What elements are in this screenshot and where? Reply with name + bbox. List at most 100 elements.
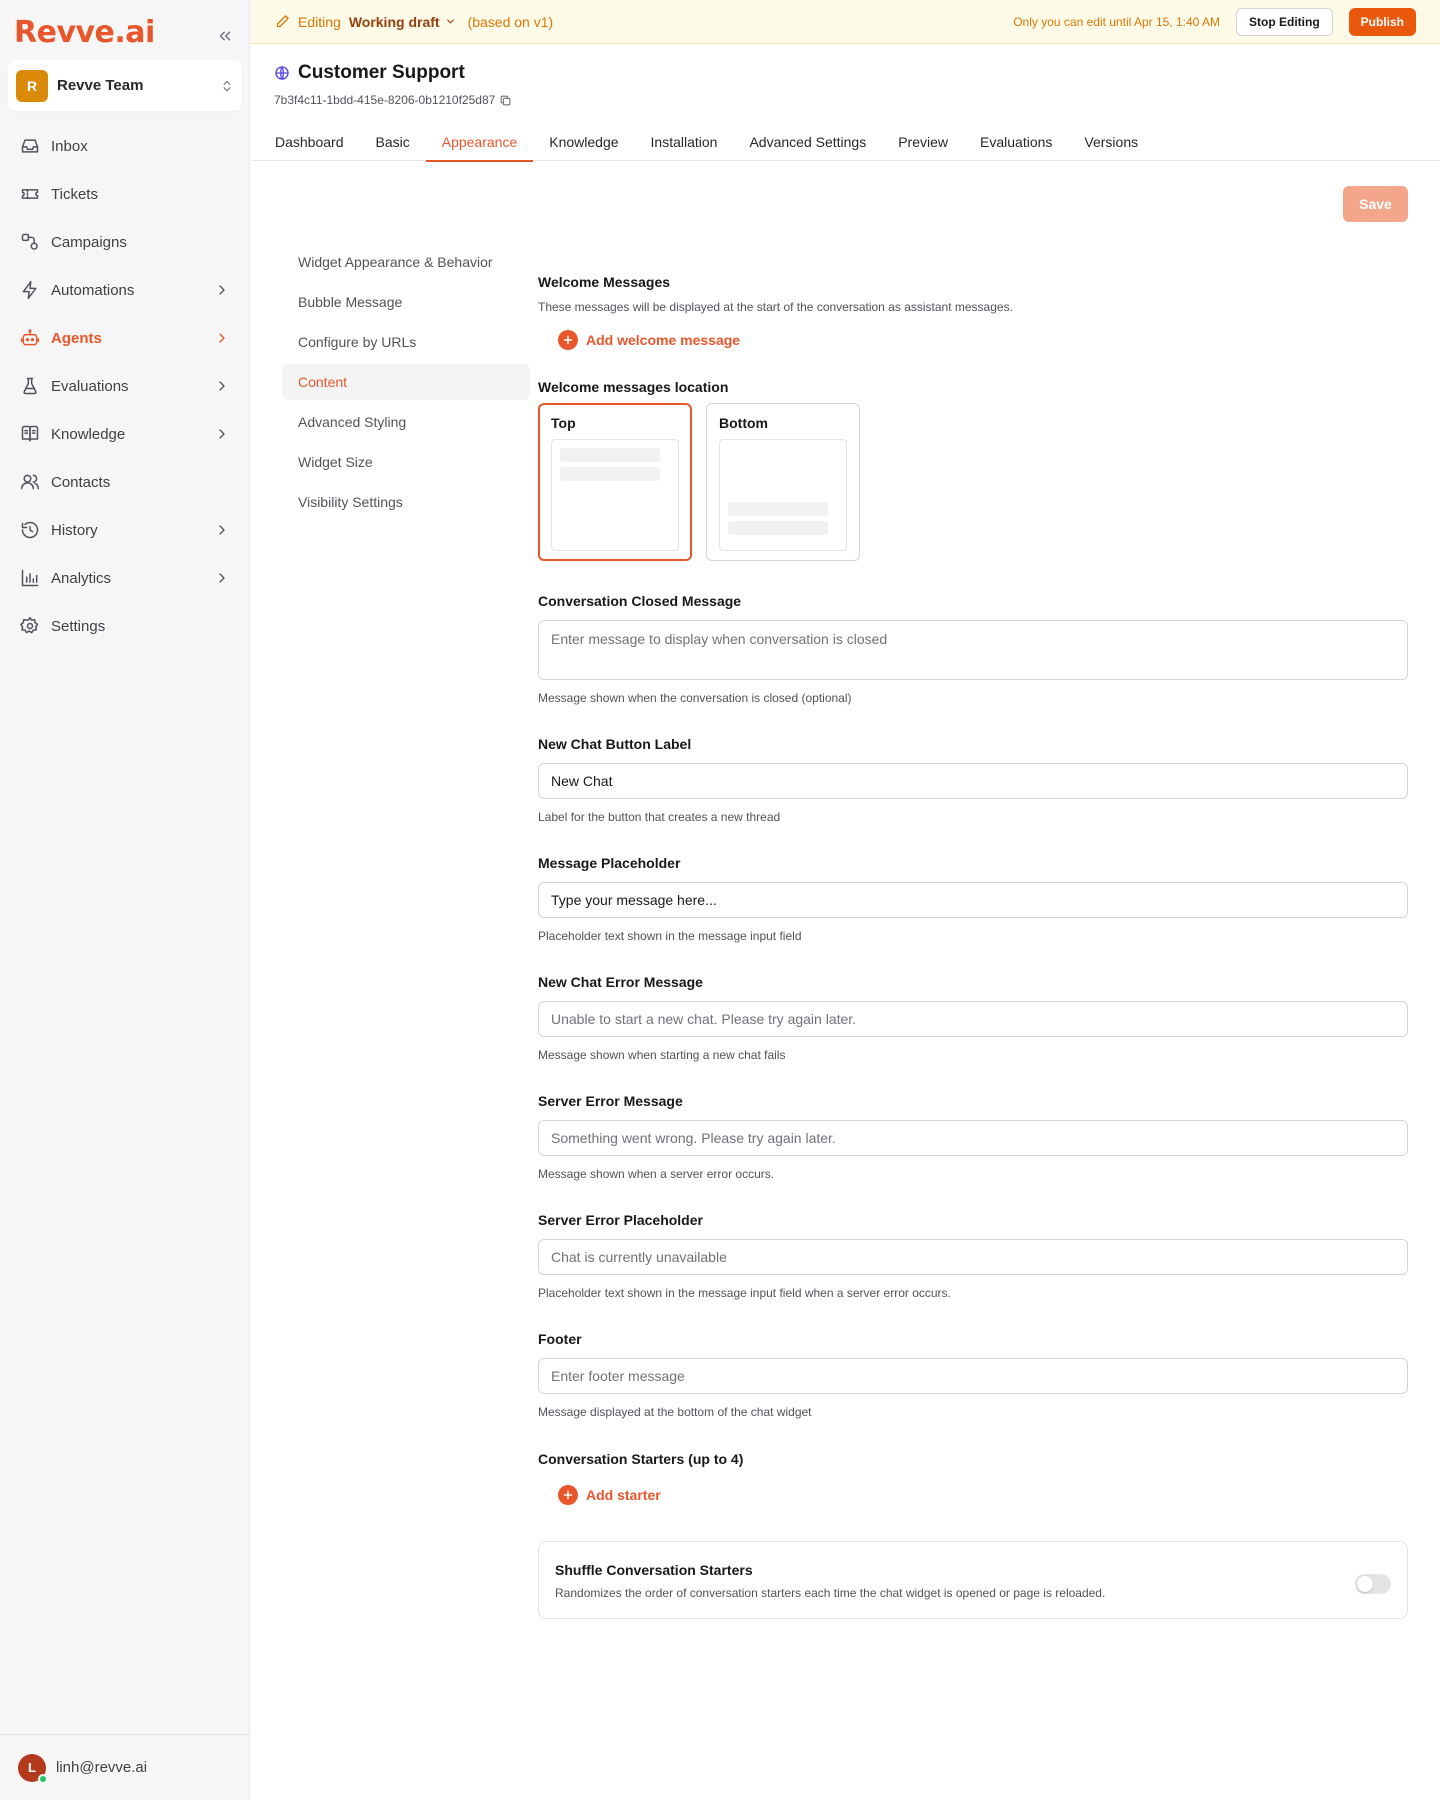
subnav-item-bubble-message[interactable]: Bubble Message xyxy=(282,284,530,320)
preview-bar xyxy=(728,502,828,516)
tab-appearance[interactable]: Appearance xyxy=(425,128,534,162)
bottom-preview xyxy=(719,439,847,551)
tab-basic[interactable]: Basic xyxy=(360,128,426,161)
help-text: Message shown when a server error occurs… xyxy=(538,1167,775,1181)
users-icon xyxy=(20,472,40,492)
sidebar-item-contacts[interactable]: Contacts xyxy=(8,458,242,506)
field-label: Footer xyxy=(538,1331,582,1347)
save-button[interactable]: Save xyxy=(1343,186,1408,222)
chevron-right-icon xyxy=(214,378,230,394)
sidebar-item-analytics[interactable]: Analytics xyxy=(8,554,242,602)
based-on-version: (based on v1) xyxy=(467,13,554,30)
subnav-item-configure-by-urls[interactable]: Configure by URLs xyxy=(282,324,530,360)
sidebar-item-settings[interactable]: Settings xyxy=(8,602,242,650)
tab-dashboard[interactable]: Dashboard xyxy=(259,128,360,161)
brand-logo[interactable]: Revve.ai xyxy=(14,14,155,50)
new-chat-label-field: New Chat Button Label Label for the butt… xyxy=(538,736,1408,824)
add-welcome-message-button[interactable]: Add welcome message xyxy=(558,330,1408,350)
field-label: Welcome messages location xyxy=(538,379,729,395)
subnav-item-widget-appearance-behavior[interactable]: Widget Appearance & Behavior xyxy=(282,244,530,280)
sidebar-item-label: Settings xyxy=(51,617,106,635)
subnav-item-content[interactable]: Content xyxy=(282,364,530,400)
collapse-sidebar-icon[interactable] xyxy=(216,27,234,45)
help-text: Message displayed at the bottom of the c… xyxy=(538,1405,812,1419)
tab-versions[interactable]: Versions xyxy=(1068,128,1154,161)
sidebar-item-automations[interactable]: Automations xyxy=(8,266,242,314)
sidebar-item-tickets[interactable]: Tickets xyxy=(8,170,242,218)
sidebar-item-label: Contacts xyxy=(51,473,111,491)
section-title: Welcome Messages xyxy=(538,274,671,290)
sidebar: Revve.ai R Revve Team Inbox Tickets Campai… xyxy=(0,0,250,1800)
sidebar-item-inbox[interactable]: Inbox xyxy=(8,122,242,170)
preview-bar xyxy=(728,521,828,535)
option-label: Bottom xyxy=(719,415,768,431)
add-starter-button[interactable]: Add starter xyxy=(558,1485,1408,1505)
sidebar-item-label: Analytics xyxy=(51,569,112,587)
new-chat-label-input[interactable] xyxy=(538,763,1408,799)
agent-tabs: Dashboard Basic Appearance Knowledge Install… xyxy=(251,128,1440,162)
location-option-top[interactable]: Top xyxy=(538,403,692,561)
page-title: Customer Support xyxy=(298,62,465,83)
new-chat-error-field: New Chat Error Message Message shown whe… xyxy=(538,974,1408,1062)
plus-circle-icon xyxy=(558,1485,578,1505)
chart-icon xyxy=(20,568,40,588)
appearance-subnav: Widget Appearance & Behavior Bubble Messa… xyxy=(282,244,530,524)
server-error-input[interactable] xyxy=(538,1120,1408,1156)
main-nav: Inbox Tickets Campaigns Automations Agents Ev… xyxy=(8,122,242,650)
draft-selector[interactable]: Working draft xyxy=(349,14,456,30)
sidebar-item-campaigns[interactable]: Campaigns xyxy=(8,218,242,266)
sidebar-item-evaluations[interactable]: Evaluations xyxy=(8,362,242,410)
message-placeholder-input[interactable] xyxy=(538,882,1408,918)
location-option-bottom[interactable]: Bottom xyxy=(706,403,860,561)
plus-circle-icon xyxy=(558,330,578,350)
editing-banner: Editing Working draft (based on v1) Only… xyxy=(251,0,1440,44)
preview-bar xyxy=(560,448,660,462)
server-error-field: Server Error Message Message shown when … xyxy=(538,1093,1408,1181)
shuffle-toggle[interactable] xyxy=(1355,1574,1391,1594)
help-text: Placeholder text shown in the message in… xyxy=(538,1286,951,1300)
tab-installation[interactable]: Installation xyxy=(635,128,734,161)
subnav-item-visibility-settings[interactable]: Visibility Settings xyxy=(282,484,530,520)
help-text: Message shown when starting a new chat f… xyxy=(538,1048,786,1062)
preview-bar xyxy=(560,467,660,481)
new-chat-error-input[interactable] xyxy=(538,1001,1408,1037)
tab-advanced-settings[interactable]: Advanced Settings xyxy=(733,128,882,161)
help-text: Placeholder text shown in the message in… xyxy=(538,929,802,943)
tab-knowledge[interactable]: Knowledge xyxy=(533,128,634,161)
tab-evaluations[interactable]: Evaluations xyxy=(964,128,1068,161)
sidebar-item-knowledge[interactable]: Knowledge xyxy=(8,410,242,458)
agent-id-text: 7b3f4c11-1bdd-415e-8206-0b1210f25d87 xyxy=(274,93,496,107)
campaigns-icon xyxy=(20,232,40,252)
closed-message-textarea[interactable] xyxy=(538,620,1408,680)
welcome-messages-section: Welcome Messages These messages will be … xyxy=(538,274,1408,350)
field-label: Conversation Closed Message xyxy=(538,593,742,609)
subnav-item-advanced-styling[interactable]: Advanced Styling xyxy=(282,404,530,440)
welcome-location-section: Welcome messages location Top Bottom xyxy=(538,379,1408,561)
bot-icon xyxy=(20,328,40,348)
server-error-placeholder-input[interactable] xyxy=(538,1239,1408,1275)
ticket-icon xyxy=(20,184,40,204)
chevron-right-icon xyxy=(214,522,230,538)
field-label: Server Error Placeholder xyxy=(538,1212,703,1228)
sidebar-item-history[interactable]: History xyxy=(8,506,242,554)
history-icon xyxy=(20,520,40,540)
add-welcome-message-label: Add welcome message xyxy=(586,332,741,348)
tab-preview[interactable]: Preview xyxy=(882,128,964,161)
bolt-icon xyxy=(20,280,40,300)
stop-editing-button[interactable]: Stop Editing xyxy=(1236,7,1333,36)
sidebar-item-label: Evaluations xyxy=(51,377,129,395)
user-avatar: L xyxy=(18,1753,48,1784)
publish-button[interactable]: Publish xyxy=(1348,7,1416,36)
sidebar-item-label: Knowledge xyxy=(51,425,126,443)
field-label: Server Error Message xyxy=(538,1093,683,1109)
logo-text: Revve.ai xyxy=(14,14,155,50)
subnav-item-widget-size[interactable]: Widget Size xyxy=(282,444,530,480)
user-profile[interactable]: L linh@revve.ai xyxy=(0,1734,250,1800)
gear-icon xyxy=(20,616,40,636)
team-switcher[interactable]: R Revve Team xyxy=(8,60,242,111)
chevron-right-icon xyxy=(214,282,230,298)
shuffle-starters-card: Shuffle Conversation Starters Randomizes… xyxy=(538,1541,1408,1619)
copy-icon[interactable] xyxy=(499,94,512,107)
footer-input[interactable] xyxy=(538,1358,1408,1394)
sidebar-item-agents[interactable]: Agents xyxy=(8,314,242,362)
